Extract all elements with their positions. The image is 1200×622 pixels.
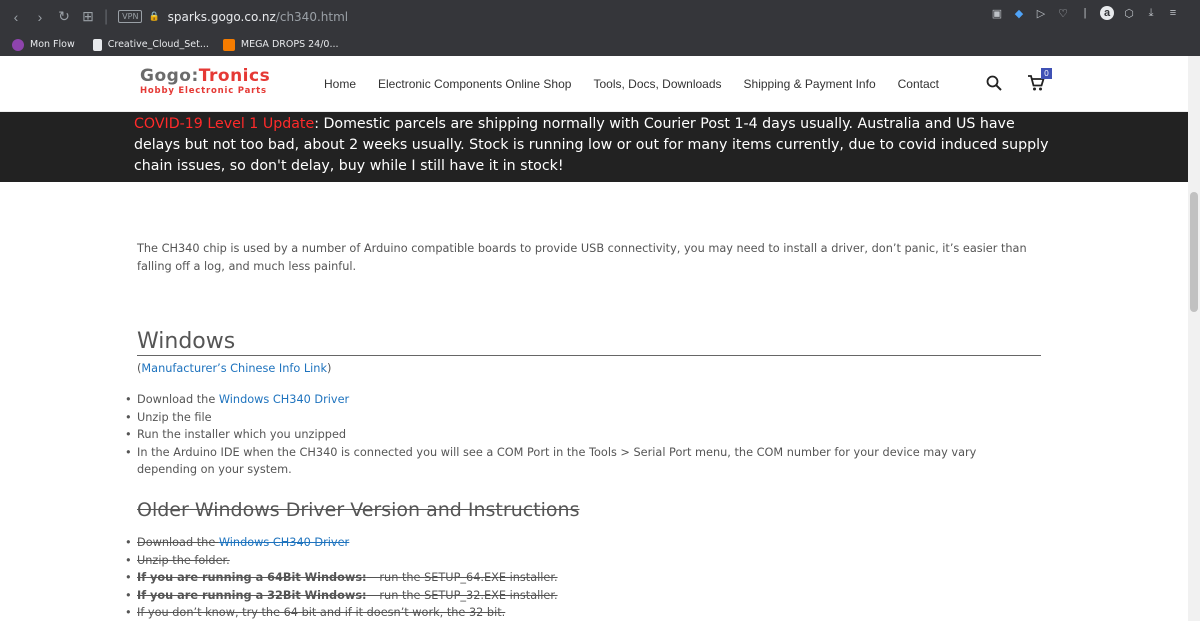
list-item: If you are running a 32Bit Windows: – ru… <box>125 587 1041 605</box>
address-bar[interactable]: VPN 🔒 sparks.gogo.co.nz/ch340.html <box>112 10 348 24</box>
cart-count-badge: 0 <box>1041 68 1052 79</box>
list-bold-text: If you are running a 32Bit Windows: <box>137 588 367 602</box>
bookmarks-bar: Mon Flow Creative_Cloud_Set... MEGA DROP… <box>0 33 1200 56</box>
list-item: Download the Windows CH340 Driver <box>125 534 1041 552</box>
older-windows-heading: Older Windows Driver Version and Instruc… <box>137 499 580 521</box>
address-bar-row: ‹ › ↻ ⊞ | VPN 🔒 sparks.gogo.co.nz/ch340.… <box>0 0 1200 33</box>
nav-contact[interactable]: Contact <box>898 77 939 91</box>
list-text: Download the <box>137 536 219 549</box>
main-nav: Home Electronic Components Online Shop T… <box>324 77 961 91</box>
older-steps-list: Download the Windows CH340 Driver Unzip … <box>125 534 1041 622</box>
browser-chrome: ‹ › ↻ ⊞ | VPN 🔒 sparks.gogo.co.nz/ch340.… <box>0 0 1200 56</box>
banner-alert: COVID-19 Level 1 Update <box>134 116 315 132</box>
older-windows-driver-link[interactable]: Windows CH340 Driver <box>219 536 349 549</box>
site-header: Gogo:Tronics Hobby Electronic Parts Home… <box>0 56 1188 112</box>
covid-banner: COVID-19 Level 1 Update: Domestic parcel… <box>0 112 1188 182</box>
manufacturer-info: (Manufacturer’s Chinese Info Link) <box>137 362 331 375</box>
nav-shipping[interactable]: Shipping & Payment Info <box>744 77 876 91</box>
nav-home[interactable]: Home <box>324 77 356 91</box>
nav-shop[interactable]: Electronic Components Online Shop <box>378 77 571 91</box>
logo-tagline: Hobby Electronic Parts <box>140 86 267 96</box>
list-item: Unzip the file <box>125 409 1041 427</box>
list-text: – run the SETUP_64.EXE installer. <box>366 571 558 585</box>
windows-driver-link[interactable]: Windows CH340 Driver <box>219 393 349 406</box>
bookmark-label: MEGA DROPS 24/0... <box>240 39 339 50</box>
list-text: – run the SETUP_32.EXE installer. <box>366 588 558 602</box>
divider: | <box>1083 7 1087 19</box>
page-scrollbar[interactable] <box>1188 56 1200 621</box>
bookmark-creative-cloud[interactable]: Creative_Cloud_Set... <box>92 38 209 51</box>
search-icon[interactable] <box>986 75 1002 91</box>
list-item: Download the Windows CH340 Driver <box>125 391 1041 409</box>
bookmark-label: Creative_Cloud_Set... <box>107 39 209 50</box>
url-host: sparks.gogo.co.nz <box>167 9 276 24</box>
windows-heading: Windows <box>137 329 1041 356</box>
logo-text-gogo: Gogo: <box>140 66 199 86</box>
list-bold-text: If you are running a 64Bit Windows: <box>137 571 367 585</box>
file-icon <box>92 38 102 51</box>
back-icon[interactable]: ‹ <box>4 5 28 29</box>
logo-text-tronics: Tronics <box>198 66 271 86</box>
list-text: Download the <box>137 393 219 406</box>
bookmark-mon-flow[interactable]: Mon Flow <box>12 38 75 51</box>
list-item: Unzip the folder. <box>125 552 1041 570</box>
windows-steps-list: Download the Windows CH340 Driver Unzip … <box>125 391 1041 479</box>
vpn-badge[interactable]: VPN <box>118 10 143 23</box>
shield-icon[interactable]: ◆ <box>1012 6 1026 20</box>
menu-icon[interactable]: ≡ <box>1166 6 1180 20</box>
cube-icon[interactable]: ⬡ <box>1122 6 1136 20</box>
toolbar-icons: ▣ ◆ ▷ ♡ | a ⬡ ⤓ ≡ <box>990 6 1180 20</box>
extension-a-icon[interactable]: a <box>1100 6 1114 20</box>
mon-flow-icon <box>12 38 24 51</box>
reload-icon[interactable]: ↻ <box>52 5 76 29</box>
url-path: /ch340.html <box>275 9 349 24</box>
camera-icon[interactable]: ▣ <box>990 6 1004 20</box>
bookmark-mega-drops[interactable]: MEGA DROPS 24/0... <box>222 38 339 51</box>
list-item: Run the installer which you unzipped <box>125 426 1041 444</box>
list-item: If you don’t know, try the 64 bit and if… <box>125 604 1041 622</box>
list-item: If you are running a 64Bit Windows: – ru… <box>125 569 1041 587</box>
banner-text: COVID-19 Level 1 Update: Domestic parcel… <box>134 114 1058 177</box>
lock-icon: 🔒 <box>148 11 160 22</box>
heart-icon[interactable]: ♡ <box>1056 6 1070 20</box>
paren-close: ) <box>327 362 332 375</box>
manufacturer-link[interactable]: Manufacturer’s Chinese Info Link <box>141 362 327 375</box>
site-logo[interactable]: Gogo:Tronics Hobby Electronic Parts <box>140 66 270 96</box>
speed-dial-icon[interactable]: ⊞ <box>76 5 100 29</box>
divider: | <box>104 7 109 25</box>
send-icon[interactable]: ▷ <box>1034 6 1048 20</box>
forward-icon[interactable]: › <box>28 5 52 29</box>
nav-tools[interactable]: Tools, Docs, Downloads <box>593 77 721 91</box>
blogger-icon <box>222 38 235 51</box>
download-icon[interactable]: ⤓ <box>1144 6 1158 20</box>
intro-paragraph: The CH340 chip is used by a number of Ar… <box>137 242 1027 273</box>
scrollbar-thumb[interactable] <box>1190 192 1198 312</box>
bookmark-label: Mon Flow <box>30 39 75 50</box>
list-item: In the Arduino IDE when the CH340 is con… <box>125 444 1017 479</box>
